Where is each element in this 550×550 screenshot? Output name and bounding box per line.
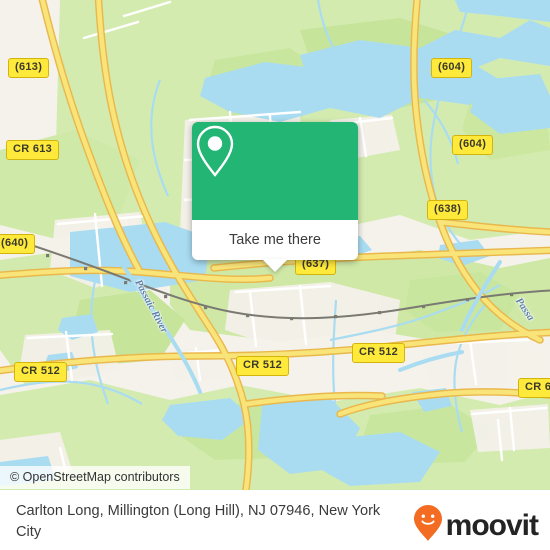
map-canvas[interactable]: Passaic River Passa (613) CR 613 (640) C… — [0, 0, 550, 490]
moovit-wordmark: moovit — [445, 508, 539, 542]
road-shield-cr-613[interactable]: CR 613 — [6, 140, 60, 160]
moovit-pin-smiley-icon — [413, 504, 443, 547]
footer-bar: Carlton Long, Millington (Long Hill), NJ… — [0, 490, 550, 550]
location-popup-card[interactable]: Take me there — [192, 122, 358, 272]
address-caption: Carlton Long, Millington (Long Hill), NJ… — [16, 503, 381, 540]
road-shield-638[interactable]: (638) — [427, 200, 469, 220]
popup-icon-area — [192, 122, 358, 220]
road-shield-cr-512-right[interactable]: CR 512 — [352, 343, 406, 363]
map-screenshot: Passaic River Passa (613) CR 613 (640) C… — [0, 0, 550, 550]
road-shield-cr-6-clipped[interactable]: CR 6 — [518, 378, 550, 398]
road-shield-cr-512-center[interactable]: CR 512 — [236, 356, 290, 376]
road-shield-604-lower[interactable]: (604) — [452, 135, 494, 155]
take-me-there-button[interactable]: Take me there — [192, 220, 358, 260]
popup-tail-pointer — [262, 259, 288, 272]
moovit-logo[interactable]: moovit — [413, 501, 539, 547]
road-shield-613[interactable]: (613) — [8, 58, 50, 78]
take-me-there-label: Take me there — [229, 232, 321, 248]
osm-attribution[interactable]: © OpenStreetMap contributors — [0, 466, 190, 489]
road-shield-cr-512-left[interactable]: CR 512 — [14, 362, 68, 382]
road-shield-640[interactable]: (640) — [0, 234, 36, 254]
road-shield-604-upper[interactable]: (604) — [431, 58, 473, 78]
